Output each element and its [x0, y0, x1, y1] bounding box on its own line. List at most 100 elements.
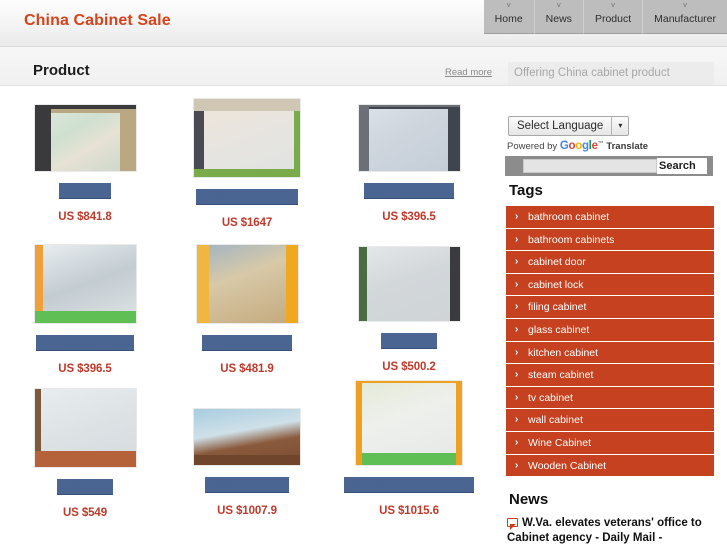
tag-label: glass cabinet [528, 323, 590, 336]
chevron-right-icon: › [515, 414, 519, 426]
chevron-right-icon: › [515, 278, 519, 290]
product-title[interactable]: Workstation W-1647 [196, 189, 298, 205]
powered-by-text: Powered by [507, 141, 558, 152]
tag-label: filing cabinet [528, 301, 587, 314]
tag-item-filing-cabinet[interactable]: › filing cabinet [506, 296, 714, 319]
tag-label: bathroom cabinets [528, 233, 615, 246]
tag-label: steam cabinet [528, 369, 594, 382]
news-headline-text: W.Va. elevates veterans' office to Cabin… [507, 517, 702, 544]
product-title[interactable]: Desk C05 [59, 183, 111, 199]
page-root: China Cabinet Sale ˅ Home ˅ News ˅ Produ… [0, 0, 727, 545]
product-thumbnail[interactable] [195, 244, 299, 324]
tag-item-wine-cabinet[interactable]: › Wine Cabinet [506, 431, 714, 455]
product-title[interactable]: Workstation Series W1015 [343, 477, 475, 493]
tag-label: bathroom cabinet [528, 211, 610, 223]
tag-item-tv-cabinet[interactable]: › tv cabinet [506, 386, 714, 410]
product-title[interactable]: Desk Series D396 [364, 183, 454, 199]
news-heading: News [509, 491, 549, 508]
chevron-down-icon: ˅ [556, 1, 562, 10]
translate-text: Translate [606, 141, 649, 152]
news-headline-link[interactable]: W.Va. elevates veterans' office to Cabin… [507, 516, 712, 545]
main-content: Product Read more Offering China cabinet… [0, 62, 714, 545]
tag-label: Wooden Cabinet [528, 459, 607, 472]
chevron-down-icon: ˅ [506, 1, 511, 10]
chevron-right-icon: › [515, 233, 519, 245]
nav-label: Product [594, 13, 632, 25]
product-card: Desk D500 US $500.2 [332, 234, 486, 375]
comment-bubble-icon [507, 518, 518, 530]
main-navigation: ˅ Home ˅ News ˅ Product ˅ Manufacturer [483, 0, 727, 34]
product-thumbnail[interactable] [33, 104, 137, 172]
product-price: US $549 [62, 507, 108, 519]
product-price: US $396.5 [382, 211, 436, 223]
tag-item-bathroom-cabinet[interactable]: › bathroom cabinet [506, 206, 714, 229]
nav-item-news[interactable]: ˅ News [533, 0, 583, 34]
language-select[interactable]: Select Language ▾ [508, 116, 630, 136]
tag-label: tv cabinet [528, 391, 573, 404]
product-title[interactable]: Desk D500 [380, 333, 438, 349]
product-grid: Desk C05 US $841.8 Workstation W-1647 US… [0, 98, 497, 524]
nav-label: News [545, 13, 572, 25]
product-title[interactable]: Desk D549 [56, 479, 114, 495]
product-title[interactable]: Desk Series D396.5 [36, 335, 134, 351]
product-thumbnail[interactable] [193, 408, 301, 466]
chevron-down-icon: ˅ [610, 1, 616, 10]
chevron-down-icon: ▾ [611, 117, 628, 135]
nav-label: Manufacturer [654, 13, 716, 25]
product-title[interactable]: Table Series T08 [204, 477, 290, 493]
site-header: China Cabinet Sale ˅ Home ˅ News ˅ Produ… [0, 0, 727, 47]
site-tagline: Offering China cabinet product [508, 62, 714, 85]
site-title: China Cabinet Sale [24, 12, 171, 29]
product-thumbnail[interactable] [193, 98, 301, 178]
product-card: Desk Series D396.5 US $396.5 [8, 234, 162, 375]
chevron-right-icon: › [515, 346, 519, 358]
product-card: Desk Series D396 US $396.5 [332, 98, 486, 229]
tag-item-cabinet-door[interactable]: › cabinet door [506, 251, 714, 274]
nav-item-product[interactable]: ˅ Product [582, 0, 643, 34]
product-thumbnail[interactable] [357, 104, 461, 172]
tag-item-cabinet-lock[interactable]: › cabinet lock [506, 273, 714, 297]
product-title[interactable]: Desk Series C002 [202, 335, 292, 351]
chevron-right-icon: › [515, 436, 519, 448]
tag-item-glass-cabinet[interactable]: › glass cabinet [506, 318, 714, 342]
product-price: US $500.2 [382, 361, 436, 373]
product-price: US $1015.6 [379, 505, 439, 517]
product-card: Workstation Series W1015 US $1015.6 [332, 380, 486, 519]
search-bar: Search [505, 156, 713, 176]
nav-item-home[interactable]: ˅ Home [483, 0, 534, 34]
tag-item-kitchen-cabinet[interactable]: › kitchen cabinet [506, 341, 714, 365]
chevron-right-icon: › [515, 369, 519, 381]
page-title: Product [33, 62, 90, 79]
search-button[interactable]: Search [657, 158, 707, 174]
tag-label: cabinet door [528, 256, 586, 269]
tags-heading: Tags [509, 182, 543, 199]
product-price: US $841.8 [58, 211, 112, 223]
search-input[interactable] [523, 159, 657, 173]
language-select-label: Select Language [517, 120, 604, 132]
product-thumbnail[interactable] [33, 244, 137, 324]
product-thumbnail[interactable] [33, 388, 137, 468]
body-wrapper: Product Read more Offering China cabinet… [0, 62, 727, 545]
tag-list: › bathroom cabinet › bathroom cabinets › ca… [506, 206, 714, 478]
nav-item-manufacturer[interactable]: ˅ Manufacturer [642, 0, 727, 34]
tag-label: wall cabinet [528, 414, 583, 427]
sidebar: Select Language ▾ Powered by Google™ Tra… [503, 86, 715, 545]
product-card: Workstation W-1647 US $1647 [170, 98, 324, 229]
tag-label: kitchen cabinet [528, 346, 599, 359]
product-card: Desk D549 US $549 [8, 380, 162, 519]
read-more-link[interactable]: Read more [445, 67, 492, 78]
chevron-down-icon: ˅ [682, 1, 688, 10]
product-thumbnail[interactable] [355, 380, 463, 466]
tag-item-wooden-cabinet[interactable]: › Wooden Cabinet [506, 454, 714, 478]
chevron-right-icon: › [515, 211, 519, 222]
product-price: US $396.5 [58, 363, 112, 375]
nav-label: Home [494, 13, 523, 25]
powered-by-google-translate: Powered by Google™ Translate [507, 140, 648, 152]
product-thumbnail[interactable] [357, 246, 461, 322]
tag-label: cabinet lock [528, 278, 584, 291]
tag-item-wall-cabinet[interactable]: › wall cabinet [506, 409, 714, 432]
chevron-right-icon: › [515, 301, 519, 313]
tag-item-bathroom-cabinets[interactable]: › bathroom cabinets [506, 228, 714, 252]
chevron-right-icon: › [515, 391, 519, 403]
tag-item-steam-cabinet[interactable]: › steam cabinet [506, 364, 714, 387]
